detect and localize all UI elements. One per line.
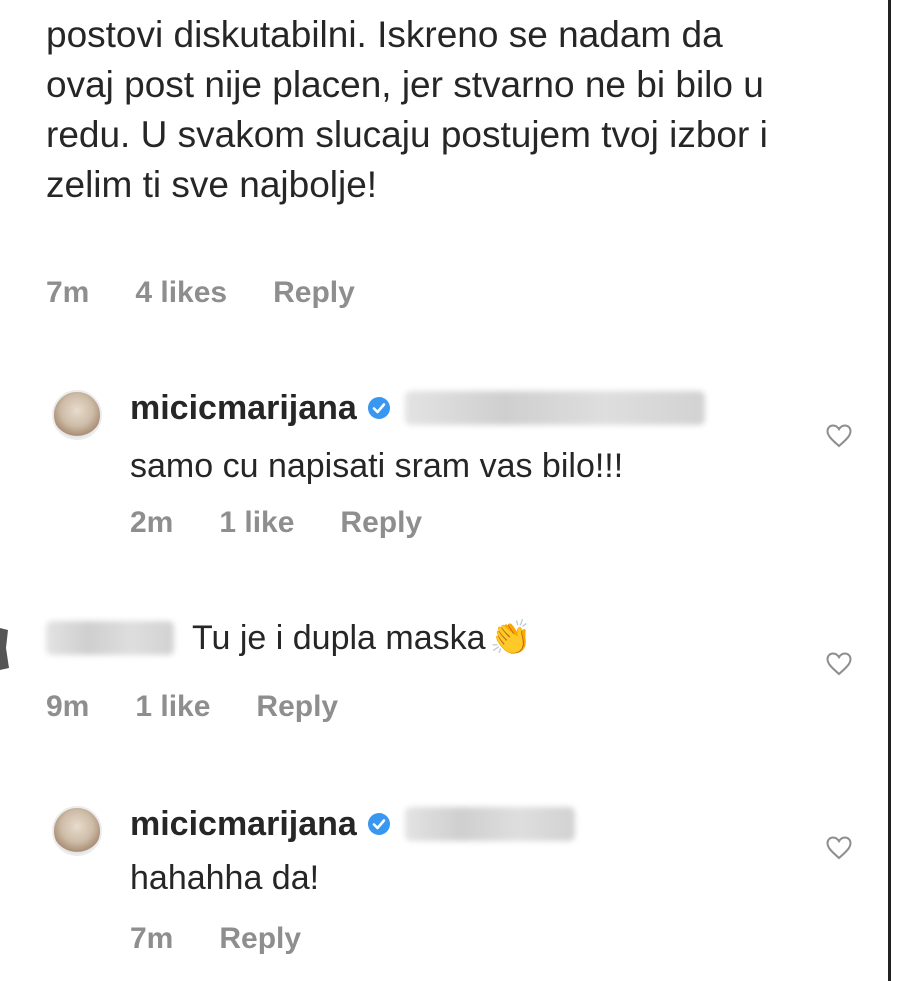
comment-time: 7m xyxy=(46,276,90,309)
reply-button[interactable]: Reply xyxy=(273,276,355,310)
comment-text: Tu je i dupla maska xyxy=(192,619,486,657)
username[interactable]: micicmarijana xyxy=(130,804,357,844)
username[interactable]: micicmarijana xyxy=(130,388,357,428)
cropped-avatar-edge xyxy=(0,628,9,670)
blurred-username xyxy=(46,621,174,655)
avatar[interactable] xyxy=(52,806,102,856)
reply-button[interactable]: Reply xyxy=(256,690,338,724)
comment-time: 2m xyxy=(130,506,174,539)
comment-likes[interactable]: 1 like xyxy=(219,506,294,540)
verified-badge-icon xyxy=(367,397,390,419)
screen-edge-divider xyxy=(888,0,891,981)
comment-meta: 2m 1 like Reply xyxy=(130,506,468,540)
comment-header: micicmarijana xyxy=(130,804,575,844)
verified-badge-icon xyxy=(367,813,390,835)
reply-button[interactable]: Reply xyxy=(219,922,301,956)
comment-likes[interactable]: 4 likes xyxy=(135,276,227,310)
comment-likes[interactable]: 1 like xyxy=(135,690,210,724)
comment-meta: 9m 1 like Reply xyxy=(46,690,384,724)
comment-text: postovi diskutabilni. Iskreno se nadam d… xyxy=(46,14,768,205)
comment-meta: 7m 4 likes Reply xyxy=(46,276,401,310)
comment-text: samo cu napisati sram vas bilo!!! xyxy=(130,447,624,485)
comment-meta: 7m Reply xyxy=(130,922,347,956)
comment-time: 7m xyxy=(130,922,174,955)
comment-header: micicmarijana xyxy=(130,388,705,428)
comment-header: Tu je i dupla maska 👏 xyxy=(46,618,532,658)
heart-icon[interactable] xyxy=(826,836,852,860)
clapping-hands-icon: 👏 xyxy=(489,619,532,657)
heart-icon[interactable] xyxy=(826,652,852,676)
blurred-mention xyxy=(404,391,705,425)
heart-icon[interactable] xyxy=(826,424,852,448)
blurred-mention xyxy=(404,807,575,841)
comment-time: 9m xyxy=(46,690,90,723)
reply-button[interactable]: Reply xyxy=(340,506,422,540)
comment-text: hahahha da! xyxy=(130,859,320,897)
avatar[interactable] xyxy=(52,390,102,440)
